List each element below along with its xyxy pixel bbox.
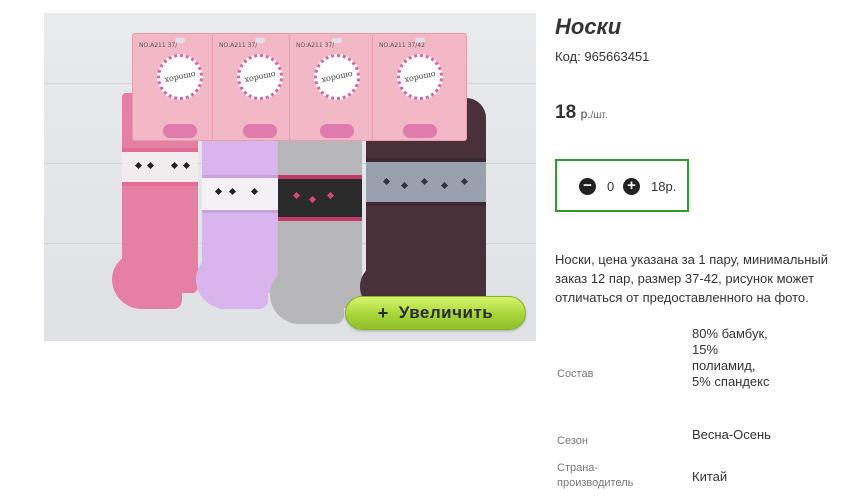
price-value: 18 <box>555 102 577 123</box>
property-label: Сезон <box>557 435 588 447</box>
plus-icon: + <box>377 302 389 323</box>
property-value: Весна-Осень <box>692 427 771 442</box>
sock-tag: NO:A211 37/42 хорошо <box>372 33 467 141</box>
quantity-value[interactable]: 0 <box>607 179 614 194</box>
sku-value: 965663451 <box>584 49 650 64</box>
sock-grey <box>270 113 362 324</box>
minus-icon[interactable]: − <box>579 178 596 195</box>
product-image[interactable]: NO:A211 37/ хорошо NO:A211 37/ хорошо NO… <box>44 13 536 341</box>
brand-logo: хорошо <box>314 54 360 100</box>
zoom-button[interactable]: + Увеличить <box>345 296 526 330</box>
product-title: Носки <box>555 14 622 39</box>
property-value: Китай <box>692 469 728 484</box>
property-label: Состав <box>557 368 594 380</box>
product-price: 18 р./шт. <box>555 102 608 124</box>
quantity-stepper: − 0 + 18р. <box>555 159 689 212</box>
brand-logo: хорошо <box>157 54 203 100</box>
tag-code: NO:A211 37/42 <box>379 42 425 49</box>
tag-code: NO:A211 37/ <box>139 42 178 49</box>
property-value: 80% бамбук, 15% полиамид, 5% спандекс <box>692 326 770 389</box>
tag-code: NO:A211 37/ <box>219 42 258 49</box>
plus-circle-icon[interactable]: + <box>623 178 640 195</box>
product-sku: Код: 965663451 <box>555 49 649 64</box>
product-description: Носки, цена указана за 1 пару, минимальн… <box>555 252 828 305</box>
sock-tag: NO:A211 37/ хорошо <box>289 33 384 141</box>
property-label: Страна-производитель <box>557 462 634 489</box>
tag-code: NO:A211 37/ <box>296 42 335 49</box>
quantity-total: 18р. <box>651 179 677 194</box>
price-unit: /шт. <box>590 110 608 121</box>
brand-logo: хорошо <box>237 54 283 100</box>
sku-label: Код: <box>555 49 581 64</box>
tag-bow <box>320 124 354 138</box>
tag-bow <box>243 124 277 138</box>
brand-logo: хорошо <box>397 54 443 100</box>
zoom-button-label: Увеличить <box>398 303 494 322</box>
tag-bow <box>163 124 197 138</box>
tag-bow <box>403 124 437 138</box>
price-currency: р. <box>580 107 591 121</box>
